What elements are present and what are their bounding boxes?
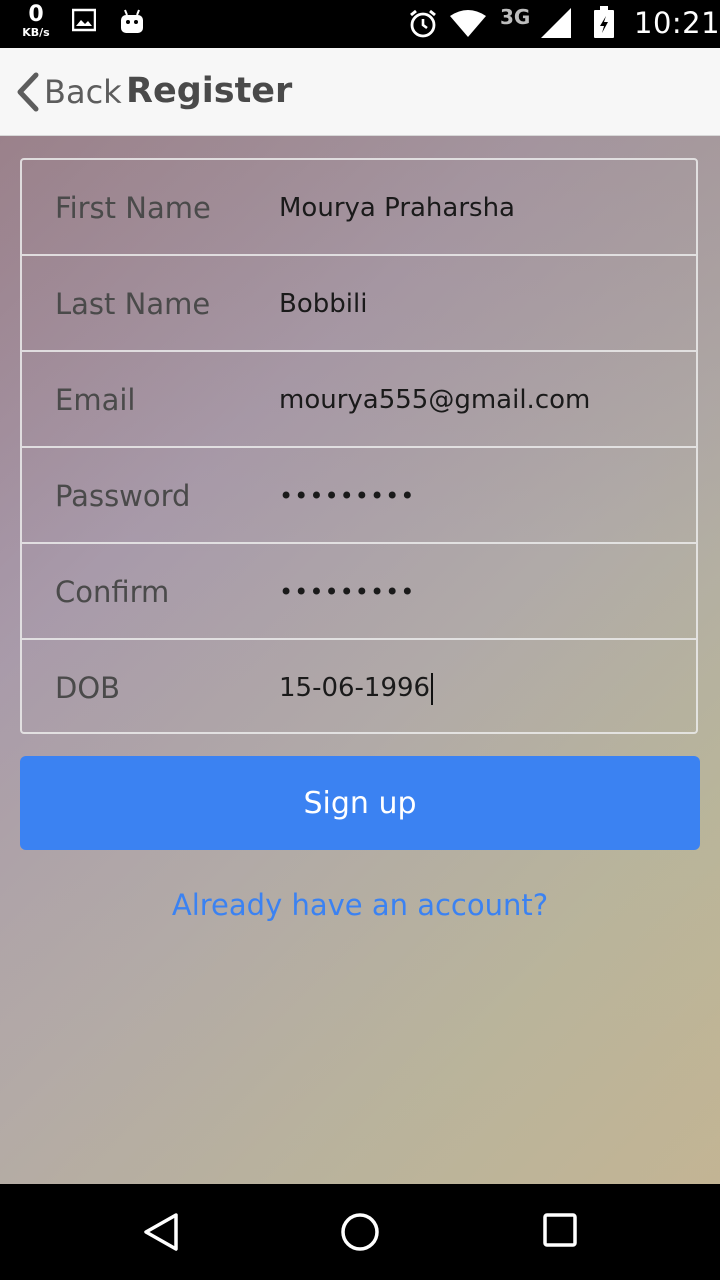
password-row[interactable]: Password ••••••••• — [22, 448, 696, 544]
back-label: Back — [44, 72, 122, 111]
back-triangle-icon[interactable] — [142, 1212, 180, 1256]
signup-button[interactable]: Sign up — [20, 756, 700, 850]
home-circle-icon[interactable] — [340, 1212, 380, 1256]
signal-icon — [540, 7, 572, 43]
email-row[interactable]: Email mourya555@gmail.com — [22, 352, 696, 448]
dob-row[interactable]: DOB 15-06-1996 — [22, 640, 696, 736]
network-speed-unit: KB/s — [22, 26, 50, 39]
email-label: Email — [55, 383, 136, 417]
wifi-icon — [449, 10, 487, 42]
android-icon — [120, 9, 144, 39]
clock: 10:21 — [634, 6, 720, 40]
alarm-icon — [408, 8, 438, 42]
dob-input-wrap[interactable]: 15-06-1996 — [279, 640, 679, 736]
first-name-label: First Name — [55, 191, 211, 225]
system-navigation-bar — [0, 1184, 720, 1280]
last-name-row[interactable]: Last Name Bobbili — [22, 256, 696, 352]
email-input[interactable]: mourya555@gmail.com — [279, 352, 679, 448]
password-label: Password — [55, 479, 191, 513]
page-title: Register — [126, 71, 293, 111]
navigation-bar: Back Register — [0, 48, 720, 136]
battery-icon — [594, 6, 614, 42]
confirm-password-label: Confirm — [55, 575, 170, 609]
last-name-input[interactable]: Bobbili — [279, 256, 679, 352]
register-form: First Name Mourya Praharsha Last Name Bo… — [20, 158, 698, 734]
first-name-input[interactable]: Mourya Praharsha — [279, 160, 679, 256]
recents-square-icon[interactable] — [542, 1212, 578, 1252]
status-bar: 0 KB/s 3G 10:21 — [0, 0, 720, 48]
login-link[interactable]: Already have an account? — [0, 888, 720, 922]
password-input[interactable]: ••••••••• — [279, 448, 679, 544]
network-type: 3G — [500, 5, 531, 29]
signup-label: Sign up — [303, 785, 417, 821]
dob-label: DOB — [55, 671, 121, 705]
network-speed: 0 KB/s — [18, 2, 54, 39]
network-speed-value: 0 — [28, 2, 44, 27]
first-name-row[interactable]: First Name Mourya Praharsha — [22, 160, 696, 256]
last-name-label: Last Name — [55, 287, 211, 321]
back-button[interactable]: Back — [14, 48, 122, 135]
image-icon — [71, 8, 97, 36]
register-content: First Name Mourya Praharsha Last Name Bo… — [0, 136, 720, 1184]
dob-input[interactable]: 15-06-1996 — [279, 673, 430, 703]
text-caret — [431, 672, 434, 705]
confirm-password-row[interactable]: Confirm ••••••••• — [22, 544, 696, 640]
confirm-password-input[interactable]: ••••••••• — [279, 544, 679, 640]
chevron-left-icon — [17, 72, 39, 111]
